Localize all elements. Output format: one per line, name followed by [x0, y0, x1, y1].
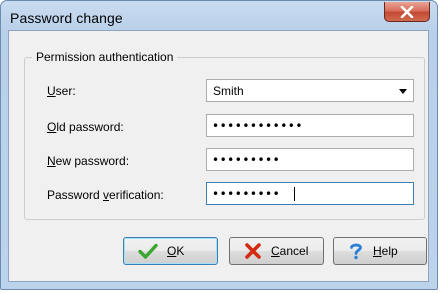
ok-label-rest: K [176, 244, 185, 258]
ok-button[interactable]: OK [123, 237, 218, 265]
help-mnemonic: H [373, 244, 382, 258]
new-password-label-mnemonic: N [47, 154, 56, 168]
ok-mnemonic: O [167, 244, 177, 258]
verification-label: Password verification: [47, 188, 164, 202]
user-select[interactable]: Smith [206, 79, 414, 102]
window-title: Password change [10, 10, 123, 26]
verification-field[interactable]: ••••••••• [206, 182, 414, 205]
old-password-field[interactable]: •••••••••••• [206, 114, 414, 137]
new-password-label: New password: [47, 154, 129, 168]
verification-label-prefix: Password [47, 188, 104, 202]
new-password-label-text: ew password: [55, 154, 130, 168]
close-button[interactable] [384, 2, 430, 22]
user-label: User: [47, 84, 76, 98]
user-label-mnemonic: U [47, 84, 56, 98]
help-label-rest: elp [381, 244, 398, 258]
old-password-label-text: ld password: [56, 120, 124, 134]
user-select-value: Smith [213, 84, 244, 98]
text-caret [294, 187, 295, 201]
cancel-button[interactable]: Cancel [229, 237, 324, 265]
user-label-text: ser: [55, 84, 76, 98]
new-password-field[interactable]: ••••••••• [206, 148, 414, 171]
close-x-icon [400, 5, 414, 18]
new-password-value: ••••••••• [212, 153, 281, 167]
help-button-label: Help [373, 244, 398, 258]
cancel-label-rest: ancel [279, 244, 309, 258]
old-password-value: •••••••••••• [212, 119, 303, 133]
ok-button-label: OK [167, 244, 184, 258]
verification-value: ••••••••• [212, 187, 281, 201]
old-password-label-mnemonic: O [47, 120, 57, 134]
verification-label-text: erification: [109, 188, 164, 202]
cancel-button-label: Cancel [271, 244, 308, 258]
chevron-down-icon[interactable] [399, 89, 407, 94]
x-icon [244, 243, 262, 259]
check-icon [138, 243, 158, 259]
question-icon [348, 242, 364, 260]
old-password-label: Old password: [47, 120, 124, 134]
group-title: Permission authentication [32, 50, 178, 64]
help-button[interactable]: Help [333, 237, 427, 265]
cancel-mnemonic: C [271, 244, 280, 258]
